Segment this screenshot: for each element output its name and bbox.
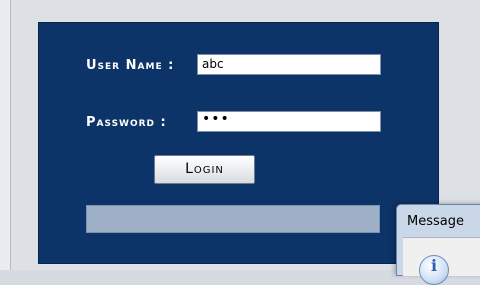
info-icon: i — [419, 255, 449, 285]
username-field[interactable]: abc — [197, 54, 381, 75]
message-dialog-title: Message — [407, 214, 464, 229]
username-label: User Name : — [86, 58, 175, 73]
password-field[interactable]: ••• — [197, 111, 381, 132]
login-panel: User Name : abc Password : ••• Login — [38, 22, 439, 264]
password-label: Password : — [86, 115, 167, 130]
message-dialog[interactable]: Message i — [396, 204, 480, 285]
window-left-edge — [0, 0, 11, 270]
app-window: User Name : abc Password : ••• Login Mes… — [0, 0, 480, 285]
message-dialog-body: i — [403, 237, 480, 285]
login-button[interactable]: Login — [154, 155, 255, 184]
status-bar — [86, 205, 380, 233]
